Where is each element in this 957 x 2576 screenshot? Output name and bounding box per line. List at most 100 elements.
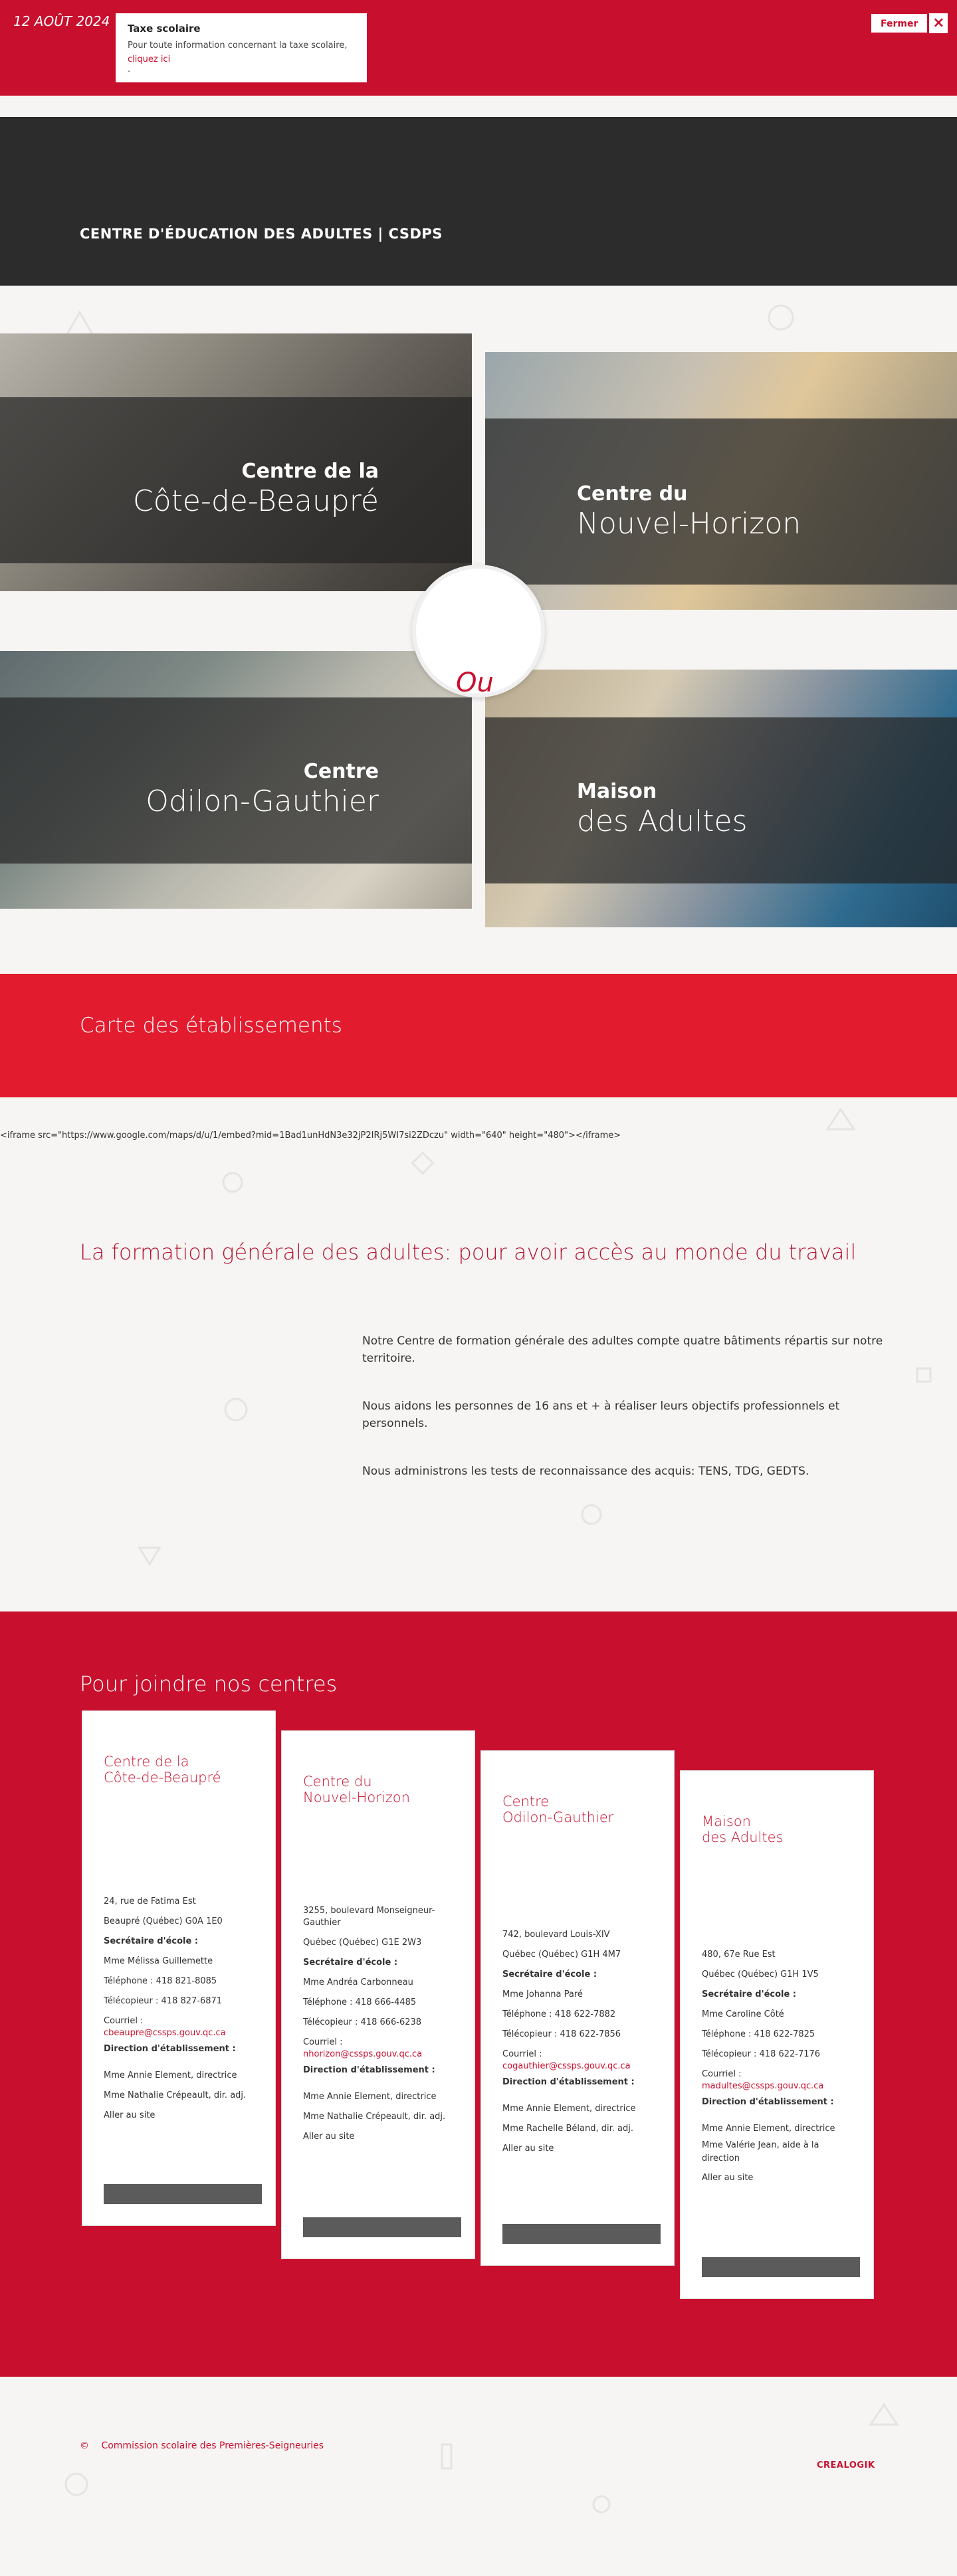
center-label-bottom: Côte-de-Beaupré — [132, 484, 379, 518]
fax: Télécopieur : 418 827-6871 — [104, 1996, 223, 2006]
contact-card-info: 3255, boulevard Monseigneur-Gauthier Qué… — [303, 1905, 453, 2147]
contact-card-name-line2: des Adultes — [702, 1829, 784, 1845]
map-band: Carte des établissements — [0, 974, 957, 1097]
close-icon[interactable]: × — [928, 13, 948, 33]
address-line2: Québec (Québec) G1H 1V5 — [702, 1970, 819, 1979]
contact-card-nouvel-horizon: Centre du Nouvel-Horizon 3255, boulevard… — [282, 1731, 475, 2258]
direction-name-2: Mme Valérie Jean, aide à la direction — [702, 2140, 819, 2163]
fax: Télécopieur : 418 622-7856 — [502, 2029, 621, 2039]
footer-brand[interactable]: CREALOGIK — [817, 2460, 875, 2470]
email-label: Courriel : — [104, 2016, 144, 2026]
map-iframe-code: <iframe src="https://www.google.com/maps… — [0, 1131, 621, 1141]
center-label: Maison des Adultes — [577, 780, 748, 838]
formation-title: La formation générale des adultes: pour … — [80, 1240, 857, 1265]
secretary-label: Secrétaire d'école : — [303, 1958, 398, 1968]
secretary-label: Secrétaire d'école : — [104, 1936, 199, 1946]
fax: Télécopieur : 418 666-6238 — [303, 2017, 422, 2027]
email-link[interactable]: madultes@cssps.gouv.qc.ca — [702, 2080, 852, 2092]
phone: Téléphone : 418 821-8085 — [104, 1976, 217, 1986]
contact-card-name-line1: Centre — [502, 1794, 550, 1809]
current-date: 12 AOÛT 2024 — [13, 13, 110, 29]
secretary-name: Mme Caroline Côté — [702, 2009, 784, 2019]
center-label-top: Centre du — [577, 482, 688, 506]
direction-label: Direction d'établissement : — [104, 2044, 236, 2054]
contact-card-name-line2: Odilon-Gauthier — [502, 1809, 614, 1825]
contact-card-button[interactable] — [502, 2224, 661, 2244]
phone: Téléphone : 418 666-4485 — [303, 1997, 417, 2007]
center-label: Centre du Nouvel-Horizon — [577, 482, 801, 541]
direction-name-1: Mme Annie Element, directrice — [502, 2104, 636, 2114]
direction-name-1: Mme Annie Element, directrice — [104, 2070, 237, 2080]
ou-label: Ou — [456, 668, 494, 698]
contact-card-name-line1: Centre du — [303, 1774, 372, 1790]
contact-card-name-line1: Maison — [702, 1813, 751, 1829]
close-alert-button[interactable]: Fermer × — [871, 13, 948, 33]
contact-title: Pour joindre nos centres — [80, 1671, 338, 1697]
direction-label: Direction d'établissement : — [303, 2065, 435, 2075]
phone: Téléphone : 418 622-7825 — [702, 2029, 815, 2039]
secretary-name: Mme Mélissa Guillemette — [104, 1956, 213, 1966]
alert-text: Pour toute information concernant la tax… — [128, 41, 348, 50]
center-label-bottom: des Adultes — [577, 804, 748, 838]
address-line2: Québec (Québec) G1H 4M7 — [502, 1950, 621, 1960]
direction-name-2: Mme Nathalie Crépeault, dir. adj. — [303, 2112, 446, 2122]
center-card-maison-des-adultes[interactable]: Maison des Adultes — [485, 670, 957, 927]
email-link[interactable]: cbeaupre@cssps.gouv.qc.ca — [104, 2027, 254, 2039]
phone: Téléphone : 418 622-7882 — [502, 2009, 616, 2019]
site-link[interactable]: Aller au site — [502, 2139, 653, 2159]
secretary-name: Mme Johanna Paré — [502, 1989, 583, 1999]
direction-name-2: Mme Nathalie Crépeault, dir. adj. — [104, 2090, 247, 2100]
formation-paragraph: Nous aidons les personnes de 16 ans et +… — [362, 1400, 840, 1430]
center-label-bottom: Nouvel-Horizon — [577, 507, 801, 541]
direction-label: Direction d'établissement : — [702, 2097, 834, 2107]
email-label: Courriel : — [502, 2049, 542, 2059]
address-line2: Beaupré (Québec) G0A 1E0 — [104, 1916, 223, 1926]
secretary-label: Secrétaire d'école : — [502, 1970, 597, 1979]
contact-card-cote-de-beaupre: Centre de la Côte-de-Beaupré 24, rue de … — [82, 1711, 275, 2225]
contact-card-info: 24, rue de Fatima Est Beaupré (Québec) G… — [104, 1892, 254, 2126]
center-card-cote-de-beaupre[interactable]: Centre de la Côte-de-Beaupré — [0, 333, 472, 591]
contact-card-name-line1: Centre de la — [104, 1754, 189, 1770]
contact-card-button[interactable] — [702, 2257, 860, 2277]
footer-copyright: © Commission scolaire des Premières-Seig… — [80, 2440, 324, 2451]
site-title[interactable]: CENTRE D'ÉDUCATION DES ADULTES | CSDPS — [80, 226, 443, 242]
contact-card-name: Maison des Adultes — [702, 1813, 852, 1845]
map-title: Carte des établissements — [80, 1014, 342, 1038]
close-label[interactable]: Fermer — [871, 13, 928, 33]
direction-name-1: Mme Annie Element, directrice — [702, 2124, 835, 2134]
direction-name-1: Mme Annie Element, directrice — [303, 2092, 437, 2102]
center-label-top: Centre — [303, 760, 379, 783]
email-link[interactable]: cogauthier@cssps.gouv.qc.ca — [502, 2061, 653, 2072]
contact-card-info: 480, 67e Rue Est Québec (Québec) G1H 1V5… — [702, 1945, 852, 2188]
direction-label: Direction d'établissement : — [502, 2077, 635, 2087]
address-line1: 480, 67e Rue Est — [702, 1950, 776, 1960]
center-label-top: Centre de la — [241, 460, 379, 483]
secretary-label: Secrétaire d'école : — [702, 1989, 797, 1999]
alert-title: Taxe scolaire — [128, 23, 201, 35]
secretary-name: Mme Andréa Carbonneau — [303, 1978, 413, 1987]
fax: Télécopieur : 418 622-7176 — [702, 2049, 821, 2059]
center-card-odilon-gauthier[interactable]: Centre Odilon-Gauthier — [0, 651, 472, 909]
direction-name-2: Mme Rachelle Béland, dir. adj. — [502, 2124, 633, 2134]
site-link[interactable]: Aller au site — [303, 2127, 453, 2147]
footer-link[interactable]: Commission scolaire des Premières-Seigne… — [101, 2440, 324, 2451]
contact-card-name: Centre du Nouvel-Horizon — [303, 1774, 453, 1805]
alert-link[interactable]: cliquez ici — [128, 54, 170, 64]
center-card-nouvel-horizon[interactable]: Centre du Nouvel-Horizon — [485, 352, 957, 610]
center-label-bottom: Odilon-Gauthier — [146, 784, 379, 818]
formation-paragraph: Notre Centre de formation générale des a… — [362, 1334, 883, 1365]
address-line1: 742, boulevard Louis-XIV — [502, 1930, 610, 1940]
email-label: Courriel : — [702, 2069, 742, 2079]
center-label: Centre Odilon-Gauthier — [146, 760, 379, 818]
site-link[interactable]: Aller au site — [104, 2106, 254, 2126]
contact-card-name: Centre de la Côte-de-Beaupré — [104, 1754, 254, 1786]
contact-card-button[interactable] — [104, 2184, 262, 2204]
email-link[interactable]: nhorizon@cssps.gouv.qc.ca — [303, 2049, 453, 2061]
contact-card-name-line2: Côte-de-Beaupré — [104, 1770, 221, 1786]
center-label: Centre de la Côte-de-Beaupré — [133, 460, 379, 518]
contact-card-name-line2: Nouvel-Horizon — [303, 1790, 410, 1805]
site-link[interactable]: Aller au site — [702, 2168, 852, 2188]
contact-card-button[interactable] — [303, 2217, 461, 2237]
formation-paragraph: Nous administrons les tests de reconnais… — [362, 1465, 809, 1478]
contact-card-name: Centre Odilon-Gauthier — [502, 1794, 653, 1825]
